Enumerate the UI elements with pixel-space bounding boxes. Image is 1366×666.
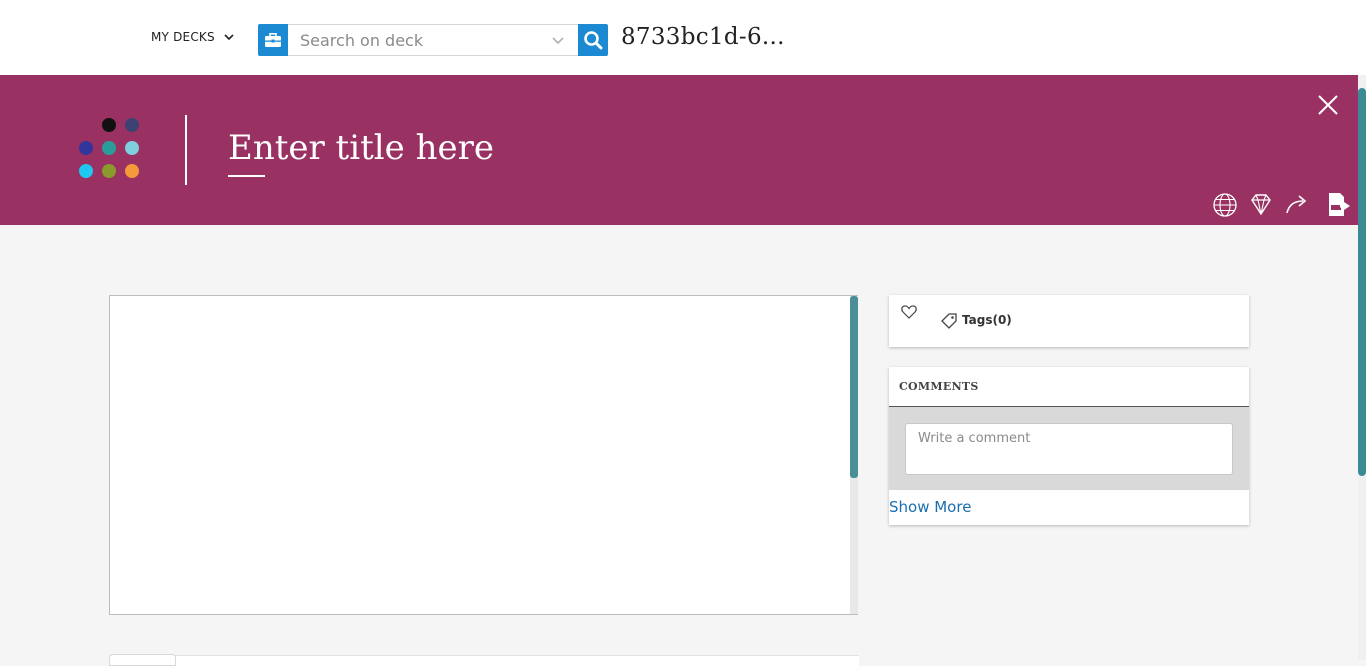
close-icon[interactable] xyxy=(1317,94,1339,116)
title-underline xyxy=(228,175,265,177)
slide-header-banner xyxy=(0,75,1358,225)
slide-scrollbar-thumb[interactable] xyxy=(850,296,858,478)
deck-id-title: 8733bc1d-6... xyxy=(621,24,785,50)
banner-divider xyxy=(185,115,187,185)
deck-logo xyxy=(79,118,143,182)
tag-icon xyxy=(941,313,957,329)
slide-editor[interactable] xyxy=(109,295,858,615)
my-decks-label: MY DECKS xyxy=(151,30,215,44)
slide-toolbar-strip xyxy=(109,655,859,666)
share-arrow-icon[interactable] xyxy=(1284,192,1310,218)
heart-icon[interactable] xyxy=(900,303,918,321)
logo-dot xyxy=(125,141,139,155)
logo-dot xyxy=(102,164,116,178)
chevron-down-icon[interactable] xyxy=(550,32,566,48)
deck-filter-button[interactable] xyxy=(258,24,288,56)
logo-dot xyxy=(125,164,139,178)
search-button[interactable] xyxy=(578,24,609,56)
chevron-down-icon xyxy=(224,34,234,41)
slide-toolbar-tab[interactable] xyxy=(109,654,176,666)
deck-search xyxy=(258,24,609,56)
comment-input[interactable] xyxy=(905,423,1233,475)
search-input[interactable] xyxy=(287,24,579,56)
wireframe-globe-icon[interactable] xyxy=(1212,192,1238,218)
page-scrollbar-thumb[interactable] xyxy=(1358,88,1366,476)
logo-dot xyxy=(125,118,139,132)
show-more-link[interactable]: Show More xyxy=(889,498,971,516)
export-pdf-icon[interactable] xyxy=(1326,192,1352,218)
briefcase-icon xyxy=(264,33,281,47)
tags-link[interactable]: Tags(0) xyxy=(962,313,1012,327)
comments-title: COMMENTS xyxy=(899,380,979,393)
my-decks-dropdown[interactable]: MY DECKS xyxy=(151,30,235,44)
logo-dot xyxy=(79,141,93,155)
diamond-icon[interactable] xyxy=(1248,192,1274,218)
logo-dot xyxy=(79,164,93,178)
search-icon xyxy=(584,31,603,50)
title-input[interactable]: Enter title here xyxy=(228,128,494,168)
logo-dot xyxy=(102,141,116,155)
logo-dot xyxy=(102,118,116,132)
